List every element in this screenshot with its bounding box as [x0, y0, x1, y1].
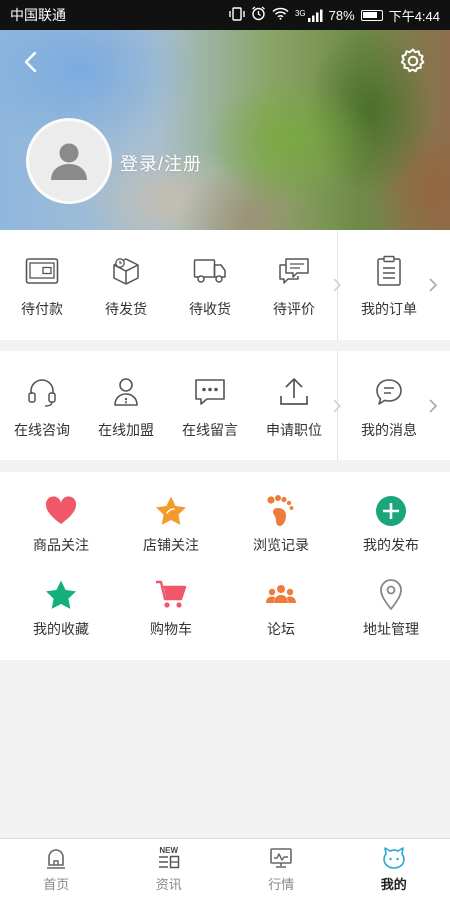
tab-home-label: 首页: [43, 877, 70, 892]
clock: 下午4:44: [388, 8, 440, 24]
address-management-label: 地址管理: [363, 621, 419, 637]
alarm-icon: [251, 6, 266, 24]
profile-icon: [381, 846, 407, 870]
service-row: 在线咨询 在线加盟 在线留言 申请职位 我的消息: [0, 351, 450, 460]
wifi-icon: [272, 7, 289, 23]
shopping-cart-label: 购物车: [150, 621, 192, 637]
browse-history[interactable]: 浏览记录: [226, 482, 336, 566]
footprint-icon: [263, 493, 299, 529]
apply-job[interactable]: 申请职位: [252, 351, 336, 460]
headset-icon: [22, 372, 62, 412]
location-pin-icon: [373, 577, 409, 613]
order-pending-payment-label: 待付款: [21, 301, 63, 317]
carrier: 中国联通: [10, 7, 66, 23]
comment-icon: [274, 251, 314, 291]
back-button[interactable]: [18, 48, 46, 76]
tab-home[interactable]: 首页: [0, 839, 113, 900]
my-messages-button[interactable]: 我的消息: [333, 351, 450, 460]
new-badge: NEW: [159, 846, 179, 855]
tab-mine-label: 我的: [380, 877, 407, 892]
tab-news-label: 资讯: [155, 877, 182, 892]
store-follow-label: 店铺关注: [143, 537, 199, 553]
login-register-link[interactable]: 登录/注册: [120, 150, 202, 176]
group-icon: [263, 577, 299, 613]
plus-circle-icon: [373, 493, 409, 529]
star-icon: [153, 493, 189, 529]
chevron-right-icon: [429, 398, 438, 413]
tab-news[interactable]: NEW 资讯: [113, 839, 226, 900]
signal-icon: 3G: [295, 9, 323, 22]
order-pending-shipment[interactable]: 待发货: [84, 230, 168, 340]
order-pending-review[interactable]: 待评价: [252, 230, 336, 340]
feature-grid: 商品关注 店铺关注 浏览记录 我的发布 我的收藏 购物车 论坛 地址管理: [0, 472, 450, 660]
cart-icon: [153, 577, 189, 613]
battery-percent: 78%: [328, 7, 355, 23]
chevron-right-icon: [429, 278, 438, 292]
clipboard-icon: [369, 251, 409, 291]
battery-icon: [360, 9, 383, 21]
my-orders-label: 我的订单: [361, 301, 417, 317]
profile-header: 登录/注册: [0, 30, 450, 230]
forum-label: 论坛: [267, 621, 295, 637]
product-follow[interactable]: 商品关注: [6, 482, 116, 566]
my-favorites[interactable]: 我的收藏: [6, 566, 116, 650]
order-pending-receipt-label: 待收货: [189, 301, 231, 317]
my-favorites-label: 我的收藏: [33, 621, 89, 637]
product-follow-label: 商品关注: [33, 537, 89, 553]
online-message[interactable]: 在线留言: [168, 351, 252, 460]
divider-chevron-icon: [333, 278, 341, 292]
online-consult[interactable]: 在线咨询: [0, 351, 84, 460]
vibrate-icon: [229, 6, 245, 24]
my-messages-label: 我的消息: [361, 421, 417, 438]
apply-job-label: 申请职位: [266, 421, 322, 438]
my-orders-button[interactable]: 我的订单: [333, 230, 450, 340]
store-follow[interactable]: 店铺关注: [116, 482, 226, 566]
news-icon: NEW: [156, 846, 182, 870]
order-pending-shipment-label: 待发货: [105, 301, 147, 317]
status-icons: 3G 78% 下午4:44: [229, 6, 440, 25]
settings-button[interactable]: [398, 46, 428, 76]
user-info-icon: [106, 372, 146, 412]
order-pending-review-label: 待评价: [273, 301, 315, 317]
chat-bubble-icon: [369, 372, 409, 412]
network-type: 3G: [294, 8, 306, 18]
heart-icon: [43, 493, 79, 529]
bottom-nav: 首页 NEW 资讯 行情 我的: [0, 838, 450, 900]
home-icon: [43, 846, 69, 870]
back-arrow-icon: [24, 51, 37, 73]
upload-icon: [274, 372, 314, 412]
my-posts-label: 我的发布: [363, 537, 419, 553]
address-management[interactable]: 地址管理: [336, 566, 446, 650]
default-avatar-icon: [51, 143, 87, 180]
monitor-chart-icon: [268, 846, 294, 870]
online-join-label: 在线加盟: [98, 421, 154, 438]
shopping-cart[interactable]: 购物车: [116, 566, 226, 650]
star-filled-icon: [43, 577, 79, 613]
online-message-label: 在线留言: [182, 421, 238, 438]
online-join[interactable]: 在线加盟: [84, 351, 168, 460]
status-bar: 中国联通 3G 78% 下午4:44: [0, 0, 450, 30]
gear-icon: [400, 48, 425, 73]
forum[interactable]: 论坛: [226, 566, 336, 650]
divider-chevron-icon: [333, 399, 341, 412]
truck-icon: [190, 251, 230, 291]
order-status-row: 待付款 待发货 待收货 待评价 我的订单: [0, 230, 450, 340]
my-posts[interactable]: 我的发布: [336, 482, 446, 566]
browse-history-label: 浏览记录: [253, 537, 309, 553]
online-consult-label: 在线咨询: [14, 421, 70, 438]
tab-mine[interactable]: 我的: [338, 839, 450, 900]
order-pending-receipt[interactable]: 待收货: [168, 230, 252, 340]
tab-market-label: 行情: [268, 877, 295, 892]
message-dots-icon: [190, 372, 230, 412]
order-pending-payment[interactable]: 待付款: [0, 230, 84, 340]
wallet-icon: [22, 251, 62, 291]
avatar[interactable]: [26, 118, 112, 204]
package-icon: [106, 251, 146, 291]
tab-market[interactable]: 行情: [225, 839, 338, 900]
